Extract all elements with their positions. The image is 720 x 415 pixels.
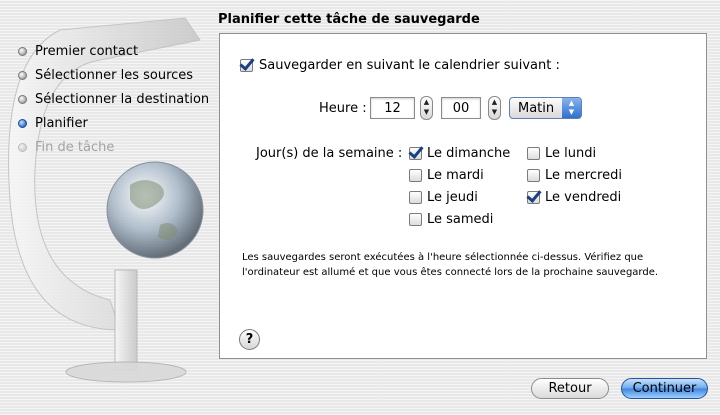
step-done-bullet-icon [18, 46, 27, 56]
step-select-sources: Sélectionner les sources [18, 63, 209, 87]
day-label[interactable]: Le vendredi [545, 190, 621, 205]
stepper-down-icon[interactable]: ▼ [421, 107, 432, 117]
schedule-checkbox-row[interactable]: Sauvegarder en suivant le calendrier sui… [240, 58, 560, 73]
days-label: Jour(s) de la semaine : [256, 146, 403, 161]
day-lundi[interactable]: Le lundi [527, 146, 596, 161]
day-label[interactable]: Le lundi [545, 146, 596, 161]
day-label[interactable]: Le samedi [427, 212, 493, 227]
wizard-steps: Premier contact Sélectionner les sources… [18, 39, 209, 159]
day-vendredi[interactable]: Le vendredi [527, 190, 621, 205]
day-label[interactable]: Le jeudi [427, 190, 478, 205]
step-label: Sélectionner la destination [35, 91, 210, 107]
minute-field[interactable]: 00 [441, 97, 481, 119]
step-label: Sélectionner les sources [35, 67, 194, 83]
day-checkbox[interactable] [409, 213, 422, 226]
day-checkbox[interactable] [527, 169, 540, 182]
minute-stepper[interactable]: ▲ ▼ [488, 96, 501, 120]
period-select-value: Matin [518, 100, 555, 116]
hour-field[interactable]: 12 [370, 97, 415, 119]
day-samedi[interactable]: Le samedi [409, 212, 493, 227]
day-checkbox[interactable] [527, 191, 540, 204]
day-checkbox[interactable] [409, 191, 422, 204]
note-line: l'ordinateur est allumé et que vous êtes… [242, 267, 659, 278]
day-jeudi[interactable]: Le jeudi [409, 190, 478, 205]
day-checkbox[interactable] [409, 147, 422, 160]
help-button[interactable]: ? [239, 329, 260, 350]
schedule-checkbox[interactable] [240, 59, 253, 72]
day-dimanche[interactable]: Le dimanche [409, 146, 510, 161]
day-label[interactable]: Le mercredi [545, 168, 622, 183]
popup-arrows-icon: ▲ ▼ [562, 98, 581, 118]
day-mercredi[interactable]: Le mercredi [527, 168, 622, 183]
step-select-destination: Sélectionner la destination [18, 87, 209, 111]
hour-stepper[interactable]: ▲ ▼ [420, 96, 433, 120]
schedule-note: Les sauvegardes seront exécutées à l'heu… [242, 250, 702, 280]
stepper-down-icon[interactable]: ▼ [489, 107, 500, 117]
time-label: Heure : [319, 101, 367, 116]
step-current-bullet-icon [18, 118, 27, 128]
step-fin-de-tache: Fin de tâche [18, 135, 209, 159]
step-pending-bullet-icon [18, 142, 27, 152]
stepper-up-icon[interactable]: ▲ [421, 97, 432, 107]
step-planifier: Planifier [18, 111, 209, 135]
day-label[interactable]: Le mardi [427, 168, 484, 183]
step-premier-contact: Premier contact [18, 39, 209, 63]
step-label: Fin de tâche [35, 139, 115, 155]
step-label: Premier contact [35, 43, 139, 59]
stepper-up-icon[interactable]: ▲ [489, 97, 500, 107]
schedule-panel: Sauvegarder en suivant le calendrier sui… [219, 33, 707, 359]
continue-button[interactable]: Continuer [621, 378, 708, 399]
page-title: Planifier cette tâche de sauvegarde [218, 12, 480, 27]
period-select[interactable]: Matin ▲ ▼ [509, 97, 582, 119]
step-done-bullet-icon [18, 94, 27, 104]
step-done-bullet-icon [18, 70, 27, 80]
day-checkbox[interactable] [409, 169, 422, 182]
day-checkbox[interactable] [527, 147, 540, 160]
schedule-checkbox-label[interactable]: Sauvegarder en suivant le calendrier sui… [259, 58, 560, 73]
day-mardi[interactable]: Le mardi [409, 168, 484, 183]
note-line: Les sauvegardes seront exécutées à l'heu… [242, 252, 644, 263]
day-label[interactable]: Le dimanche [427, 146, 510, 161]
step-label: Planifier [35, 115, 88, 131]
back-button[interactable]: Retour [531, 378, 609, 399]
